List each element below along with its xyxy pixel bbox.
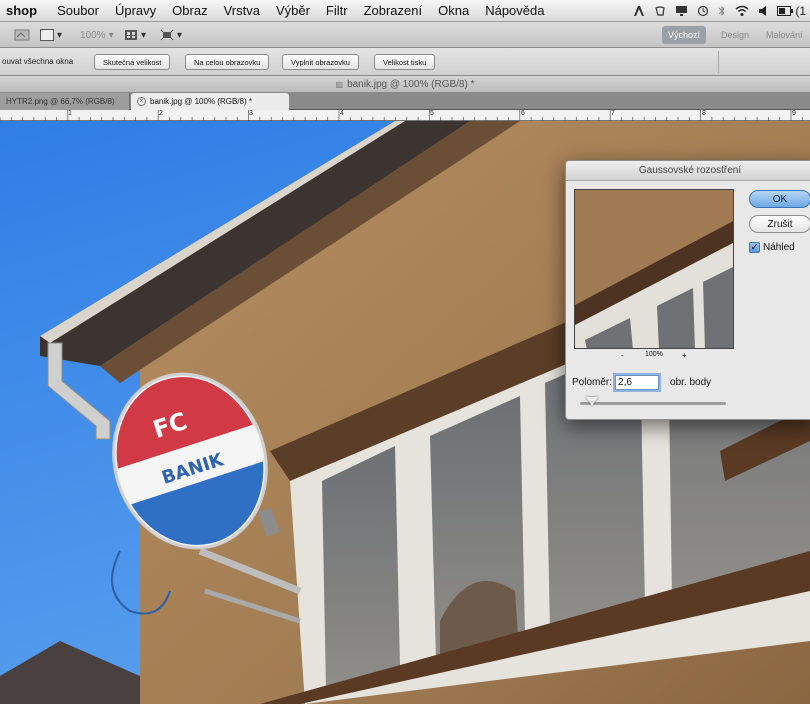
- menu-zobrazeni[interactable]: Zobrazení: [356, 3, 431, 18]
- preview-image: [575, 190, 733, 348]
- menu-filtr[interactable]: Filtr: [318, 3, 356, 18]
- radius-slider[interactable]: [580, 397, 726, 406]
- app-menu[interactable]: shop: [0, 3, 49, 18]
- extras-menu[interactable]: ▾: [160, 26, 182, 44]
- ruler-label: 1: [68, 110, 72, 117]
- checkmark-icon: ✓: [749, 242, 760, 253]
- time-machine-icon[interactable]: [697, 5, 709, 17]
- radius-label: Poloměr:: [572, 377, 613, 388]
- tab-label: HYTR2.png @ 66,7% (RGB/8): [6, 97, 115, 106]
- chevron-down-icon: ▾: [57, 29, 63, 41]
- screen-mode-icon: [40, 29, 54, 41]
- document-title-bar: ▨ banik.jpg @ 100% (RGB/8) *: [0, 76, 810, 92]
- workspace-malovani[interactable]: Malování: [760, 26, 809, 44]
- dialog-titlebar[interactable]: Gaussovské rozostření: [566, 161, 810, 181]
- status-tray: (1: [633, 0, 810, 22]
- horizontal-ruler[interactable]: 1 2 3 4 5 6 7 8 9: [0, 110, 810, 121]
- application-bar: ▾ 100% ▾ ▾ ▾ Výchozí Design Malování: [0, 22, 810, 48]
- screen-mode-menu[interactable]: ▾: [40, 26, 62, 44]
- options-bar: ouvat všechna okna Skutečná velikost Na …: [0, 48, 810, 76]
- ruler-label: 9: [792, 110, 796, 117]
- volume-icon[interactable]: [758, 5, 768, 17]
- ruler-label: 5: [430, 110, 434, 117]
- display-icon[interactable]: [675, 5, 688, 17]
- evernote-icon[interactable]: [654, 5, 666, 17]
- menu-bar: shop Soubor Úpravy Obraz Vrstva Výběr Fi…: [0, 0, 810, 22]
- adobe-icon[interactable]: [633, 5, 645, 17]
- battery-indicator[interactable]: (1: [777, 4, 806, 18]
- wifi-icon[interactable]: [735, 5, 749, 17]
- battery-icon: [777, 6, 794, 16]
- menu-obraz[interactable]: Obraz: [164, 3, 215, 18]
- radius-row: Poloměr: obr. body: [572, 375, 711, 390]
- preview-area[interactable]: [574, 189, 734, 349]
- tab-hytr2[interactable]: HYTR2.png @ 66,7% (RGB/8): [0, 93, 130, 110]
- zoom-menu[interactable]: 100% ▾: [80, 26, 114, 44]
- menu-vrstva[interactable]: Vrstva: [216, 3, 268, 18]
- scroll-all-windows-option[interactable]: ouvat všechna okna: [2, 57, 73, 66]
- divider: [718, 51, 719, 73]
- print-size-button[interactable]: Velikost tisku: [374, 54, 436, 70]
- menu-okna[interactable]: Okna: [430, 3, 477, 18]
- ruler-label: 7: [611, 110, 615, 117]
- tab-banik[interactable]: × banik.jpg @ 100% (RGB/8) *: [131, 93, 289, 110]
- close-icon[interactable]: ×: [137, 97, 146, 106]
- ruler-ticks: [0, 110, 803, 121]
- document-title: banik.jpg @ 100% (RGB/8) *: [347, 78, 475, 90]
- dialog-title: Gaussovské rozostření: [638, 165, 742, 176]
- chevron-down-icon: ▾: [177, 29, 183, 41]
- menu-soubor[interactable]: Soubor: [49, 3, 107, 18]
- slider-thumb[interactable]: [585, 397, 598, 406]
- preview-checkbox-label: Náhled: [763, 242, 795, 253]
- workspace-design[interactable]: Design: [715, 26, 755, 44]
- ok-button[interactable]: OK: [749, 190, 810, 208]
- gaussian-blur-dialog: Gaussovské rozostření - 100% + OK Zrušit…: [565, 160, 810, 420]
- actual-size-button[interactable]: Skutečná velikost: [94, 54, 171, 70]
- cancel-button[interactable]: Zrušit: [749, 215, 810, 233]
- chevron-down-icon: ▾: [108, 29, 114, 41]
- ruler-label: 6: [521, 110, 525, 117]
- battery-text: (1: [795, 4, 806, 18]
- radius-unit: obr. body: [670, 377, 712, 388]
- radius-input[interactable]: [615, 375, 660, 390]
- tab-label: banik.jpg @ 100% (RGB/8) *: [150, 97, 252, 106]
- workspace-vychozi[interactable]: Výchozí: [662, 26, 707, 44]
- ruler-label: 8: [702, 110, 706, 117]
- bridge-icon: [14, 29, 30, 41]
- fill-screen-button[interactable]: Vyplnit obrazovku: [282, 54, 359, 70]
- menu-vyber[interactable]: Výběr: [268, 3, 318, 18]
- menu-napoveda[interactable]: Nápověda: [477, 3, 552, 18]
- arrange-icon: [125, 30, 137, 40]
- ruler-label: 2: [159, 110, 163, 117]
- document-icon: ▨: [335, 79, 344, 89]
- document-tab-bar: HYTR2.png @ 66,7% (RGB/8) × banik.jpg @ …: [0, 92, 810, 110]
- fit-screen-button[interactable]: Na celou obrazovku: [185, 54, 270, 70]
- preview-checkbox[interactable]: ✓ Náhled: [749, 242, 795, 253]
- zoom-in-button[interactable]: +: [682, 351, 687, 360]
- bluetooth-icon[interactable]: [718, 5, 726, 17]
- bridge-button[interactable]: [14, 26, 30, 44]
- ruler-label: 3: [249, 110, 253, 117]
- ruler-label: 4: [340, 110, 344, 117]
- extras-icon: [160, 29, 174, 41]
- menu-upravy[interactable]: Úpravy: [107, 3, 164, 18]
- zoom-value: 100%: [80, 29, 106, 41]
- preview-zoom-level: 100%: [645, 351, 663, 358]
- zoom-out-button[interactable]: -: [621, 351, 624, 360]
- arrange-documents-menu[interactable]: ▾: [124, 26, 146, 44]
- chevron-down-icon: ▾: [141, 29, 147, 41]
